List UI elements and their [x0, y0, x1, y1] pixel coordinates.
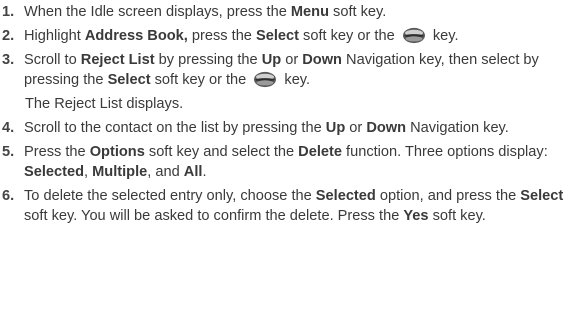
emphasized-term: Options	[89, 144, 145, 160]
emphasized-term: Reject List	[80, 52, 155, 68]
step-item: 4. Scroll to the contact on the list by p…	[0, 118, 585, 138]
step-text-segment: .	[202, 164, 207, 180]
step-item: 6. To delete the selected entry only, cho…	[0, 186, 585, 226]
step-text-segment: option, and press the	[375, 188, 521, 204]
step-text: When the Idle screen displays, press the…	[24, 2, 585, 22]
step-text-segment: Highlight	[24, 28, 85, 44]
step-number: 5.	[2, 144, 15, 160]
step-text-segment: Scroll to	[24, 52, 81, 68]
step-item: 5. Press the Options soft key and select …	[0, 142, 585, 182]
emphasized-term: Select	[107, 72, 151, 88]
step-text-segment: by pressing the	[154, 52, 262, 68]
emphasized-term: Select	[520, 188, 564, 204]
step-text-segment: soft key.	[428, 208, 486, 224]
step-list: 1. When the Idle screen displays, press t…	[0, 0, 585, 226]
step-text: Scroll to Reject List by pressing the Up…	[24, 50, 585, 90]
step-text-segment: Navigation key.	[406, 120, 509, 136]
step-text-segment: function. Three options display:	[341, 144, 548, 160]
step-text-segment: or	[345, 120, 367, 136]
step-text-segment: Scroll to the contact on the list by pre…	[24, 120, 326, 136]
step-number: 1.	[2, 4, 15, 20]
step-text: To delete the selected entry only, choos…	[24, 186, 585, 226]
step-note: The Reject List displays.	[25, 96, 184, 112]
step-text-segment: When the Idle screen displays, press the	[24, 4, 291, 20]
step-text: Highlight Address Book, press the Select…	[24, 26, 585, 46]
navigation-key-icon	[254, 71, 277, 88]
step-item: 1. When the Idle screen displays, press t…	[0, 2, 585, 22]
step-item: 3. Scroll to Reject List by pressing the …	[0, 50, 585, 90]
step-text-segment: soft key.	[329, 4, 387, 20]
step-item: 2. Highlight Address Book, press the Sele…	[0, 26, 585, 46]
emphasized-term: Up	[261, 52, 282, 68]
step-number: 6.	[2, 188, 15, 204]
step-text-segment: To delete the selected entry only, choos…	[24, 188, 316, 204]
emphasized-term: Down	[302, 52, 342, 68]
emphasized-term: Down	[366, 120, 407, 136]
step-text: Scroll to the contact on the list by pre…	[24, 118, 585, 138]
emphasized-term: Yes	[403, 208, 429, 224]
emphasized-term: Up	[325, 120, 346, 136]
step-text-segment: soft key or the	[150, 72, 251, 88]
step-text-segment: key.	[428, 28, 459, 44]
emphasized-term: Menu	[290, 4, 329, 20]
emphasized-term: Select	[255, 28, 299, 44]
step-text-segment: soft key and select the	[144, 144, 299, 160]
instruction-page: 1. When the Idle screen displays, press t…	[0, 0, 585, 309]
step-number: 2.	[2, 28, 15, 44]
emphasized-term: Selected	[24, 164, 85, 180]
step-text-segment: ,	[84, 164, 93, 180]
navigation-key-icon	[402, 27, 425, 44]
emphasized-term: Address Book,	[84, 28, 188, 44]
step-text: Press the Options soft key and select th…	[24, 142, 585, 182]
step-text-segment: soft key. You will be asked to confirm t…	[24, 208, 404, 224]
step-text-segment: or	[281, 52, 303, 68]
step-text-segment: Press the	[24, 144, 90, 160]
step-number: 3.	[2, 52, 15, 68]
emphasized-term: Delete	[298, 144, 342, 160]
step-text-segment: soft key or the	[298, 28, 399, 44]
step-number: 4.	[2, 120, 15, 136]
emphasized-term: Multiple	[92, 164, 148, 180]
step-text-segment: , and	[147, 164, 184, 180]
step-text-segment: press the	[187, 28, 256, 44]
step-text-segment: key.	[280, 72, 311, 88]
emphasized-term: Selected	[315, 188, 376, 204]
emphasized-term: All	[183, 164, 203, 180]
